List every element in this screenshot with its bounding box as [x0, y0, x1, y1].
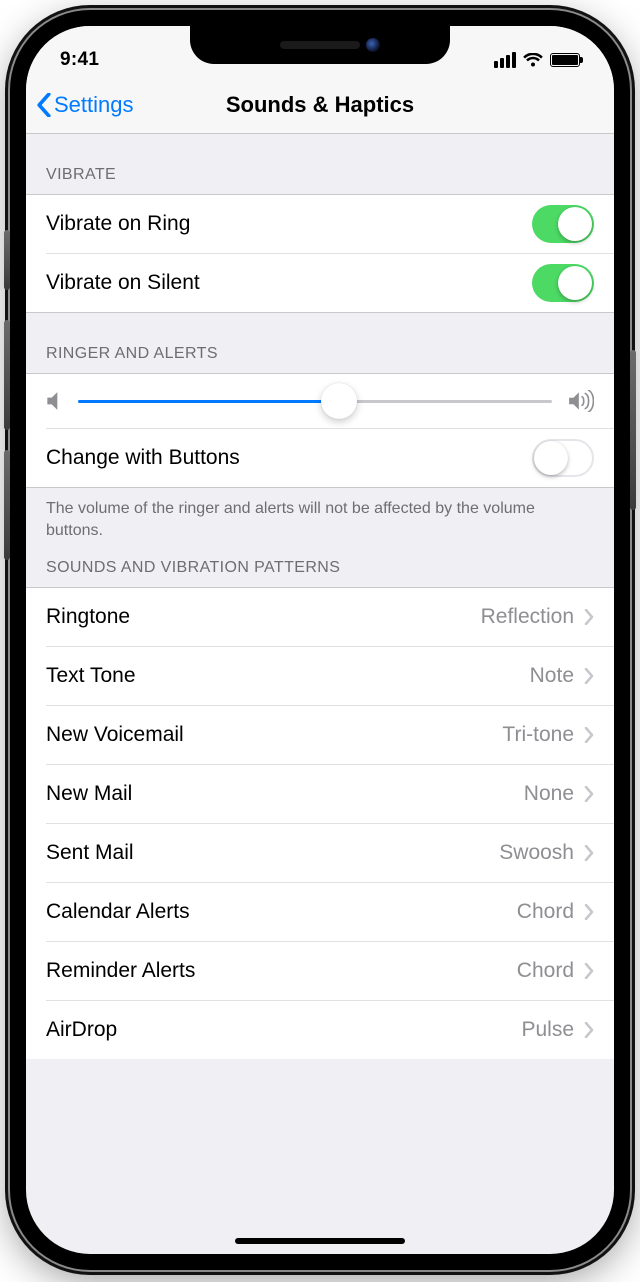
back-label: Settings — [54, 92, 134, 118]
switch-vibrate-on-silent[interactable] — [532, 264, 594, 302]
row-vibrate-on-silent: Vibrate on Silent — [26, 254, 614, 312]
row-value: Swoosh — [499, 841, 574, 865]
row-value: Pulse — [521, 1018, 574, 1042]
row-label: New Mail — [46, 782, 132, 806]
row-label: AirDrop — [46, 1018, 117, 1042]
row-label: Vibrate on Ring — [46, 212, 190, 236]
row-value: Tri-tone — [502, 723, 574, 747]
row-pattern[interactable]: Calendar Alerts Chord — [26, 883, 614, 941]
chevron-right-icon — [584, 1022, 594, 1038]
row-value: Note — [530, 664, 574, 688]
page-title: Sounds & Haptics — [226, 92, 414, 118]
chevron-right-icon — [584, 668, 594, 684]
row-label: Calendar Alerts — [46, 900, 190, 924]
row-pattern[interactable]: AirDrop Pulse — [26, 1001, 614, 1059]
row-vibrate-on-ring: Vibrate on Ring — [26, 195, 614, 253]
row-volume-slider — [26, 374, 614, 428]
row-label: Vibrate on Silent — [46, 271, 200, 295]
row-pattern[interactable]: Ringtone Reflection — [26, 588, 614, 646]
speaker-high-icon — [568, 390, 594, 412]
row-pattern[interactable]: Text Tone Note — [26, 647, 614, 705]
row-pattern[interactable]: New Voicemail Tri-tone — [26, 706, 614, 764]
switch-vibrate-on-ring[interactable] — [532, 205, 594, 243]
row-pattern[interactable]: Reminder Alerts Chord — [26, 942, 614, 1000]
row-label: Ringtone — [46, 605, 130, 629]
chevron-right-icon — [584, 609, 594, 625]
wifi-icon — [523, 53, 543, 68]
chevron-right-icon — [584, 727, 594, 743]
switch-change-with-buttons[interactable] — [532, 439, 594, 477]
row-label: Change with Buttons — [46, 446, 240, 470]
chevron-right-icon — [584, 845, 594, 861]
volume-slider[interactable] — [78, 400, 552, 403]
speaker-low-icon — [46, 391, 62, 411]
row-label: Reminder Alerts — [46, 959, 195, 983]
row-value: Chord — [517, 900, 574, 924]
row-pattern[interactable]: Sent Mail Swoosh — [26, 824, 614, 882]
row-change-with-buttons: Change with Buttons — [26, 429, 614, 487]
chevron-right-icon — [584, 786, 594, 802]
chevron-right-icon — [584, 963, 594, 979]
row-label: Sent Mail — [46, 841, 134, 865]
back-button[interactable]: Settings — [36, 92, 134, 118]
row-label: New Voicemail — [46, 723, 184, 747]
row-value: Reflection — [481, 605, 574, 629]
chevron-left-icon — [36, 93, 52, 117]
status-time: 9:41 — [60, 49, 99, 71]
section-header-patterns: SOUNDS AND VIBRATION PATTERNS — [26, 541, 614, 587]
section-header-ringer: RINGER AND ALERTS — [26, 313, 614, 373]
row-label: Text Tone — [46, 664, 136, 688]
section-footer-ringer: The volume of the ringer and alerts will… — [26, 488, 614, 541]
row-value: None — [524, 782, 574, 806]
battery-icon — [550, 53, 580, 67]
row-value: Chord — [517, 959, 574, 983]
row-pattern[interactable]: New Mail None — [26, 765, 614, 823]
nav-bar: Settings Sounds & Haptics — [26, 76, 614, 134]
chevron-right-icon — [584, 904, 594, 920]
section-header-vibrate: VIBRATE — [26, 134, 614, 194]
cellular-icon — [494, 52, 516, 68]
home-indicator[interactable] — [235, 1238, 405, 1244]
